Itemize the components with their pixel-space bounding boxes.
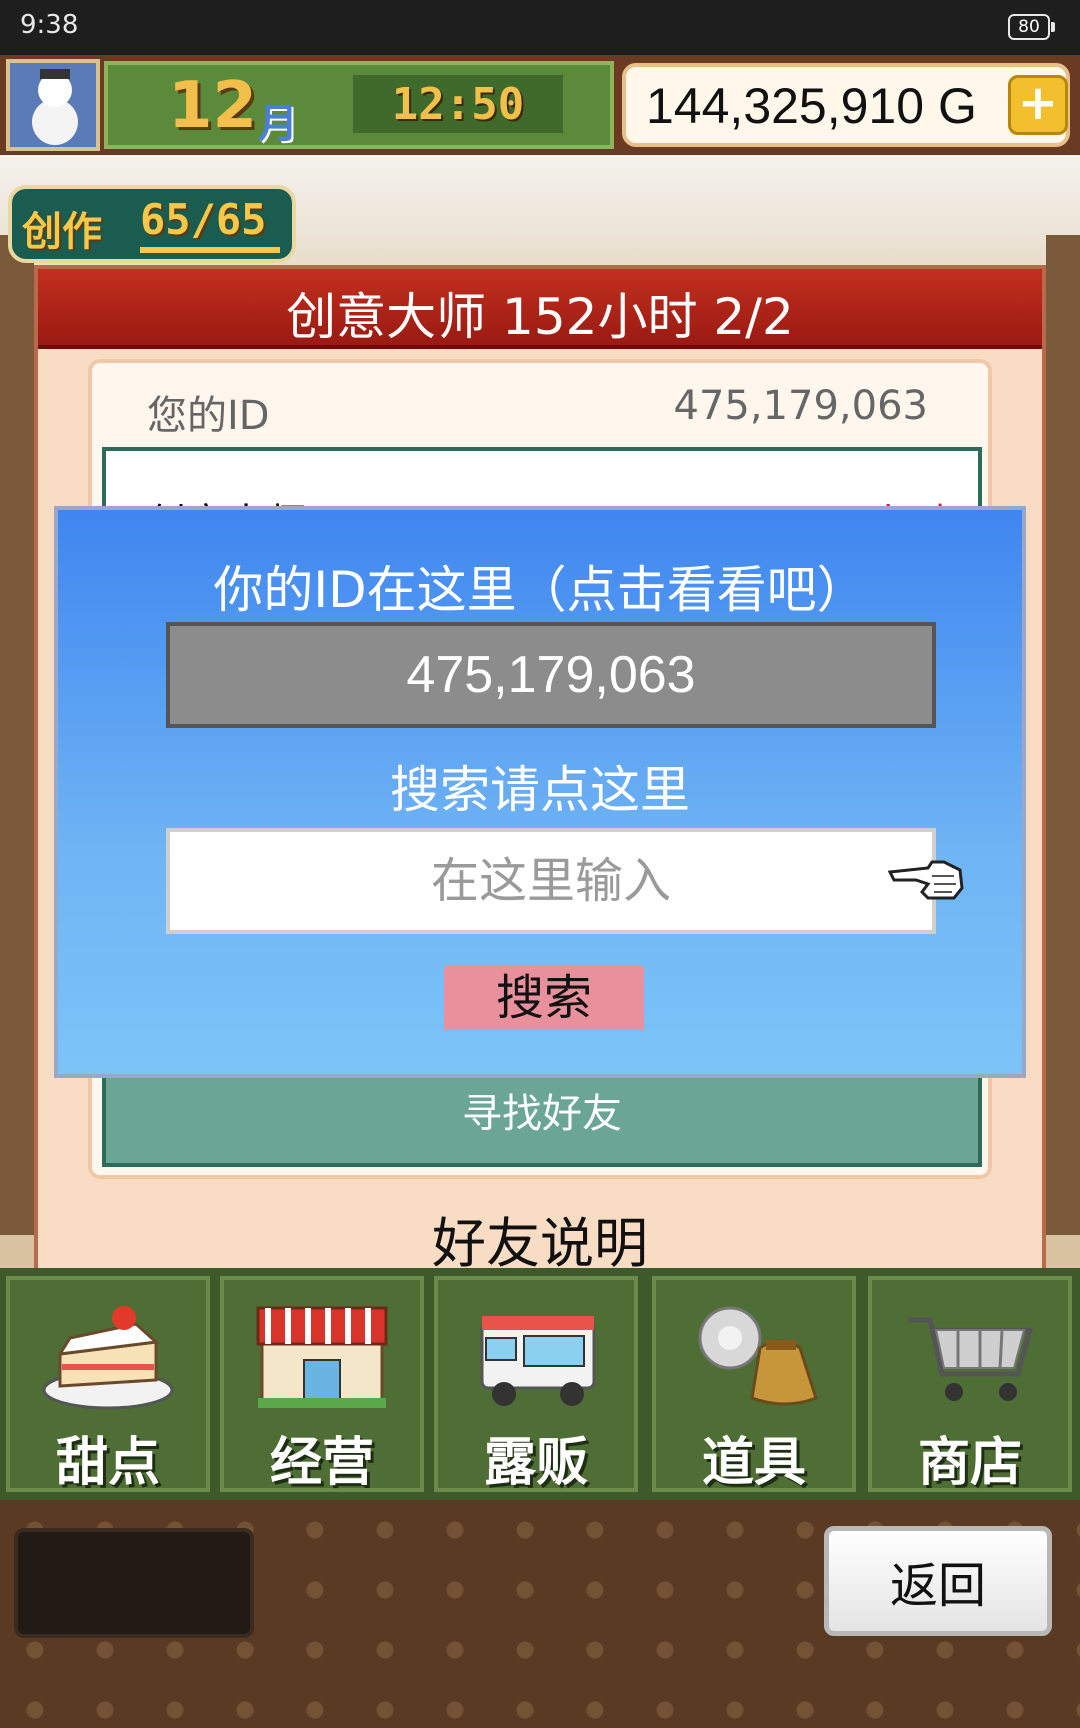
menu-label-dessert: 甜点 [55,1433,160,1493]
date-panel: 12 月 12:50 [104,61,614,149]
menu-item-management[interactable]: 经营 [220,1276,424,1493]
game-clock: 12:50 [391,79,525,130]
snowman-avatar-icon[interactable] [6,59,100,151]
clock-panel: 12:50 [353,75,563,133]
right-wall [1046,235,1080,1235]
your-id-label: 您的ID [147,393,270,439]
month-unit: 月 [258,101,298,147]
menu-label-items: 道具 [701,1433,806,1493]
left-wall [0,235,34,1235]
find-friend-label: 寻找好友 [462,1091,622,1137]
top-hud: 12 月 12:50 144,325,910 G + [0,55,1080,155]
modal-title: 你的ID在这里（点击看看吧） [213,561,867,619]
panel-title: 创意大师 152小时 2/2 [286,288,794,346]
menu-item-items[interactable]: 道具 [652,1276,856,1493]
back-button[interactable]: 返回 [824,1526,1052,1636]
id-display-value: 475,179,063 [406,646,696,704]
pointing-hand-icon [888,860,964,900]
menu-item-store[interactable]: 商店 [868,1276,1072,1493]
menu-label-store: 商店 [917,1433,1022,1493]
id-display-button[interactable]: 475,179,063 [166,622,936,728]
creation-label: 创作 [22,209,102,255]
your-id-value: 475,179,063 [673,383,928,429]
shop-icon [256,1306,388,1408]
money-amount: 144,325,910 G [646,78,977,134]
snowman-hat [40,69,70,79]
search-id-modal: 你的ID在这里（点击看看吧） 475,179,063 搜索请点这里 搜索 [54,506,1026,1078]
search-hint: 搜索请点这里 [390,761,690,819]
battery-icon: 80 [1008,14,1055,40]
creation-count: 65/65 [140,195,267,244]
friend-help-link[interactable]: 好友说明 [38,1199,1042,1278]
find-friend-button[interactable]: 寻找好友 [106,1071,978,1163]
menu-item-dessert[interactable]: 甜点 [6,1276,210,1493]
menu-label-food-truck: 露贩 [483,1433,588,1493]
add-coins-button[interactable]: + [1008,75,1068,135]
food-truck-icon [480,1316,596,1406]
money-panel: 144,325,910 G + [622,63,1070,147]
empty-slot [14,1528,254,1638]
status-bar: 9:38 80 [0,0,1080,55]
menu-label-management: 经营 [269,1433,374,1493]
search-input[interactable] [166,828,936,934]
search-button[interactable]: 搜索 [444,966,644,1030]
footer-bar: 返回 [0,1500,1080,1728]
creation-counter[interactable]: 创作 65/65 [8,185,296,263]
month-number: 12 [168,69,258,143]
cake-icon [42,1306,174,1410]
cart-icon [908,1317,1034,1401]
creation-progress-bar [140,247,280,253]
items-bag-icon [698,1306,818,1406]
panel-header: 创意大师 152小时 2/2 [38,269,1042,349]
menu-item-food-truck[interactable]: 露贩 [434,1276,638,1493]
bottom-menu: 甜点 经营 露贩 道具 商店 [0,1268,1080,1500]
status-time: 9:38 [20,10,79,40]
